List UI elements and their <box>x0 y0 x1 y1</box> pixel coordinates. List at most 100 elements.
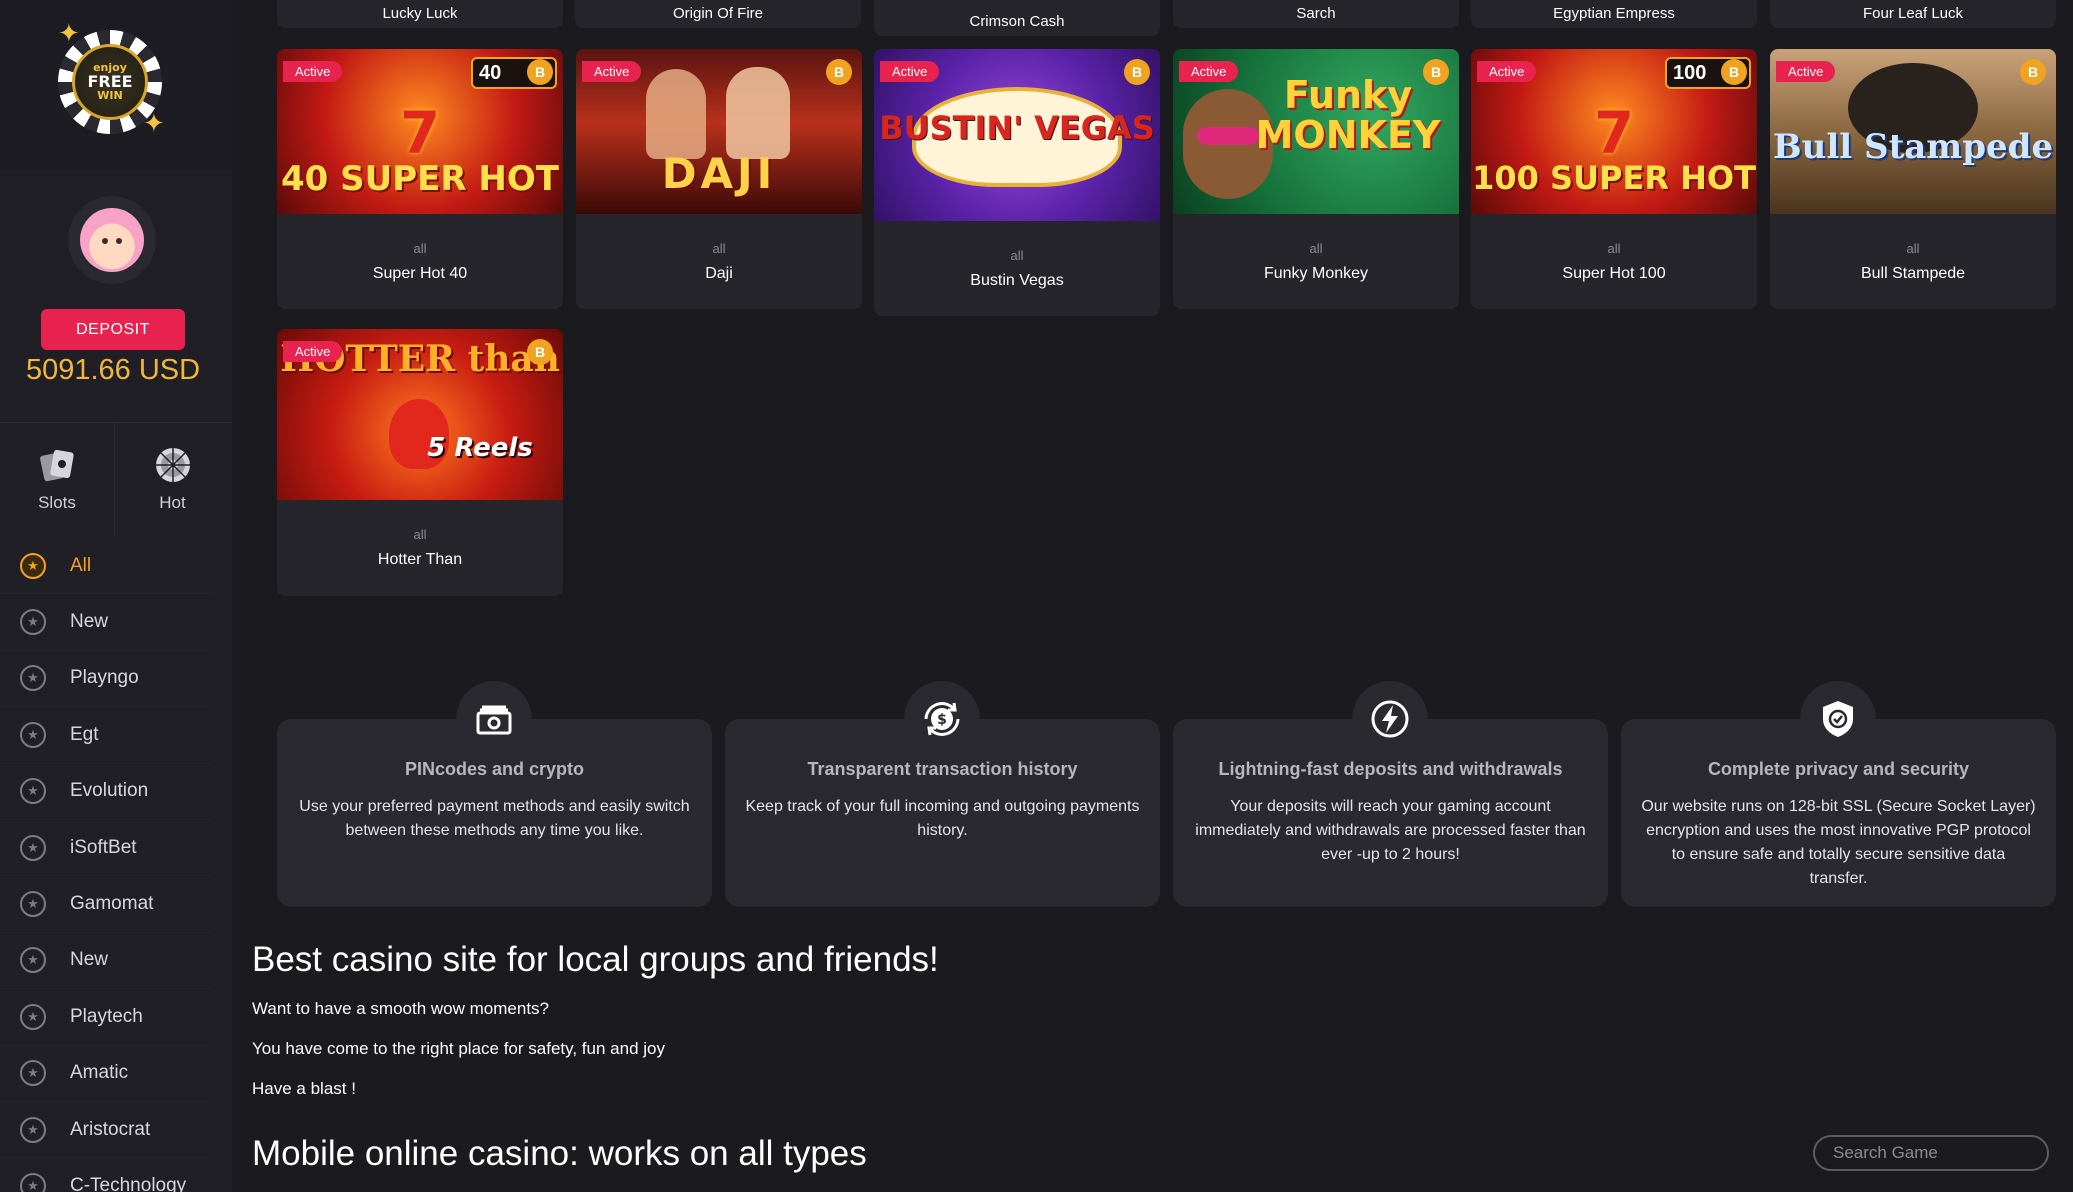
sidebar-item-new-2[interactable]: ★ New <box>0 933 212 990</box>
status-badge: Active <box>283 61 343 82</box>
game-thumbnail: 7 100 SUPER HOT Active 100 B <box>1471 49 1757 214</box>
game-name: Funky Monkey <box>1263 265 1369 282</box>
game-card[interactable]: Sarch <box>1173 0 1459 28</box>
sidebar-item-c-technology[interactable]: ★ C-Technology <box>0 1158 212 1192</box>
star-icon: ★ <box>20 1003 46 1030</box>
game-name: Super Hot 100 <box>1562 265 1666 282</box>
game-thumbnail: Funky MONKEY Active B <box>1173 49 1459 214</box>
star-icon: ★ <box>20 891 46 918</box>
status-badge: Active <box>1776 61 1836 82</box>
game-card-super-hot-40[interactable]: 7 40 SUPER HOT Active 40 B all Super Hot… <box>277 49 563 309</box>
game-card-daji[interactable]: DAJI Active B all Daji <box>576 49 862 309</box>
thumb-title: 100 SUPER HOT <box>1472 159 1756 197</box>
game-card[interactable]: Egyptian Empress <box>1471 0 1757 28</box>
game-card[interactable]: Lucky Luck <box>277 0 563 28</box>
bitcoin-icon: B <box>826 59 852 85</box>
game-category: all <box>712 241 726 256</box>
game-name: Daji <box>705 265 733 282</box>
thumb-subtitle: 5 Reels <box>427 433 533 463</box>
sparkle-icon: ✦ <box>143 108 165 138</box>
sidebar-item-playtech[interactable]: ★ Playtech <box>0 989 212 1046</box>
cash-icon <box>456 681 532 757</box>
star-icon: ★ <box>20 947 46 974</box>
game-category: all <box>413 527 427 542</box>
game-card[interactable]: Crimson Cash <box>874 0 1160 36</box>
game-category: all <box>413 241 427 256</box>
category-tabs: Slots Hot <box>0 422 232 535</box>
feature-title: Transparent transaction history <box>807 759 1078 779</box>
paragraph: Want to have a smooth wow moments? <box>252 999 550 1018</box>
game-category: all <box>1010 248 1024 263</box>
game-name: Bustin Vegas <box>970 272 1064 289</box>
unicorn-avatar-icon <box>80 208 144 272</box>
game-card[interactable]: Four Leaf Luck <box>1770 0 2056 28</box>
star-icon: ★ <box>20 552 46 579</box>
balance: 5091.66 USD <box>25 354 201 386</box>
status-badge: Active <box>880 61 940 82</box>
star-icon: ★ <box>20 1116 46 1143</box>
main-content: Lucky Luck Origin Of Fire Crimson Cash S… <box>252 0 2056 1192</box>
star-icon: ★ <box>20 1172 46 1192</box>
sidebar: ✦ enjoy FREE WIN ✦ DEPOSIT 5091.66 USD S… <box>0 0 232 1192</box>
game-card[interactable]: Origin Of Fire <box>575 0 861 28</box>
feature-description: Your deposits will reach your gaming acc… <box>1195 798 1586 863</box>
search-input[interactable] <box>1813 1135 2049 1171</box>
game-category: all <box>1906 241 1920 256</box>
game-thumbnail: Bull Stampede Active B <box>1770 49 2056 214</box>
bitcoin-icon: B <box>527 339 553 365</box>
thumb-title: 40 SUPER HOT <box>281 159 559 199</box>
game-card-bull-stampede[interactable]: Bull Stampede Active B all Bull Stampede <box>1770 49 2056 309</box>
status-badge: Active <box>283 341 343 362</box>
sidebar-item-playngo[interactable]: ★ Playngo <box>0 651 212 708</box>
section-heading: Mobile online casino: works on all types <box>252 1134 867 1173</box>
thumb-title: DAJI <box>661 149 777 198</box>
avatar[interactable] <box>68 196 156 284</box>
game-name: Hotter Than <box>377 551 463 568</box>
star-icon: ★ <box>20 778 46 805</box>
feature-pincodes-crypto: PINcodes and crypto Use your preferred p… <box>277 681 712 907</box>
game-card-bustin-vegas[interactable]: BUSTIN' VEGAS Active B all Bustin Vegas <box>874 49 1160 316</box>
game-card-hotter-than[interactable]: HOTTER than 5 Reels Active B all Hotter … <box>277 329 563 596</box>
feature-title: Complete privacy and security <box>1707 759 1970 779</box>
cards-icon <box>37 445 77 485</box>
bitcoin-icon: B <box>2020 59 2046 85</box>
game-thumbnail: BUSTIN' VEGAS Active B <box>874 49 1160 221</box>
game-card-super-hot-100[interactable]: 7 100 SUPER HOT Active 100 B all Super H… <box>1471 49 1757 309</box>
sidebar-item-evolution[interactable]: ★ Evolution <box>0 764 212 820</box>
tab-hot[interactable]: Hot <box>115 423 230 535</box>
feature-privacy-security: Complete privacy and security Our websit… <box>1621 681 2056 907</box>
feature-title: Lightning-fast deposits and withdrawals <box>1218 759 1563 779</box>
game-thumbnail: DAJI Active B <box>576 49 862 214</box>
sidebar-item-all[interactable]: ★ All <box>0 538 212 595</box>
star-icon: ★ <box>20 834 46 861</box>
status-badge: Active <box>582 61 642 82</box>
bitcoin-icon: B <box>527 59 553 85</box>
sidebar-item-new[interactable]: ★ New <box>0 594 212 651</box>
sidebar-item-egt[interactable]: ★ Egt <box>0 707 212 764</box>
deposit-button[interactable]: DEPOSIT <box>41 309 185 350</box>
feature-description: Keep track of your full incoming and out… <box>745 798 1140 839</box>
game-name: Super Hot 40 <box>372 265 468 282</box>
thumb-title: Funky MONKEY <box>1255 73 1441 157</box>
star-icon: ★ <box>20 665 46 692</box>
game-category: all <box>1309 241 1323 256</box>
thumb-title: Bull Stampede <box>1772 127 2054 167</box>
paragraph: Have a blast ! <box>252 1079 356 1098</box>
svg-text:$: $ <box>937 712 947 728</box>
game-card-funky-monkey[interactable]: Funky MONKEY Active B all Funky Monkey <box>1173 49 1459 309</box>
sidebar-item-amatic[interactable]: ★ Amatic <box>0 1046 212 1102</box>
sidebar-item-aristocrat[interactable]: ★ Aristocrat <box>0 1102 212 1159</box>
feature-title: PINcodes and crypto <box>404 759 585 779</box>
bitcoin-icon: B <box>1423 59 1449 85</box>
sidebar-item-gamomat[interactable]: ★ Gamomat <box>0 876 212 933</box>
section-heading: Best casino site for local groups and fr… <box>252 940 939 979</box>
logo-area: ✦ enjoy FREE WIN ✦ <box>0 0 232 170</box>
shield-icon <box>1800 681 1876 757</box>
game-category: all <box>1607 241 1621 256</box>
sidebar-item-isoftbet[interactable]: ★ iSoftBet <box>0 820 212 877</box>
roulette-icon <box>153 445 193 485</box>
feature-description: Use your preferred payment methods and e… <box>299 798 690 839</box>
tab-slots[interactable]: Slots <box>0 423 115 535</box>
star-icon: ★ <box>20 609 46 636</box>
status-badge: Active <box>1477 61 1537 82</box>
